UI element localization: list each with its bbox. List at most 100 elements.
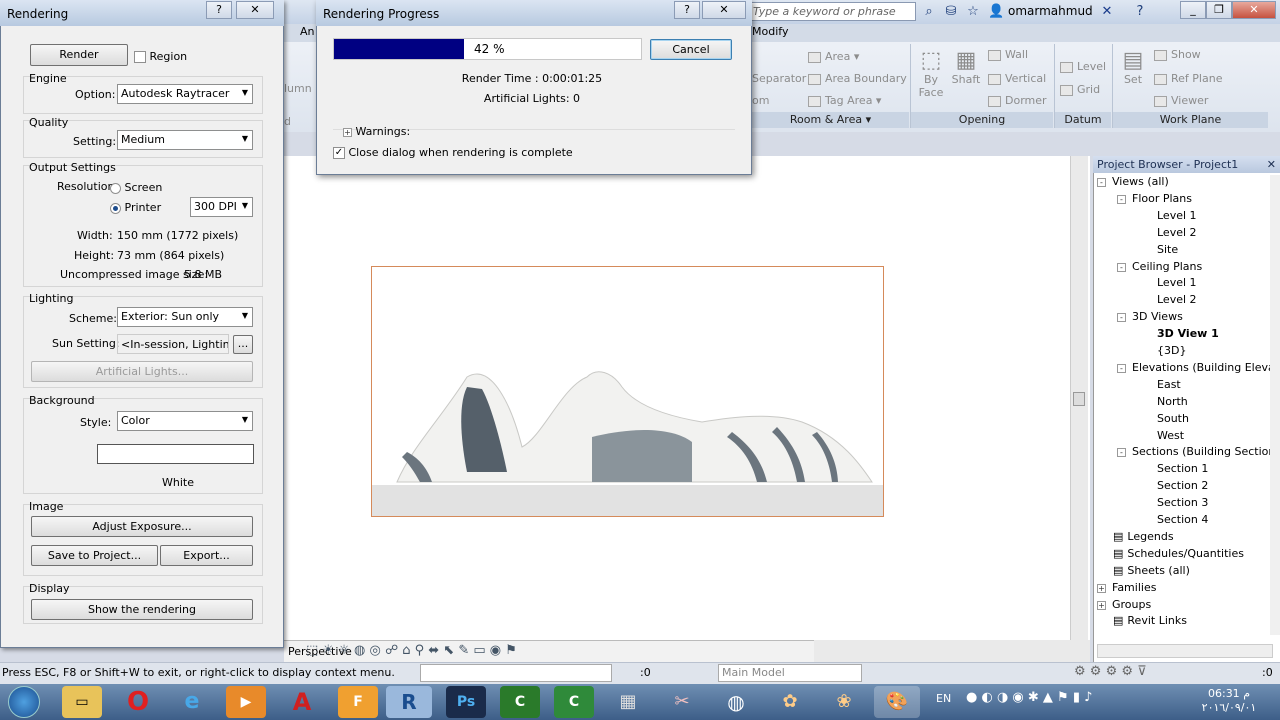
ref-plane-button[interactable]: Ref Plane <box>1154 72 1222 85</box>
exchange-icon[interactable]: ✕ <box>1098 3 1116 20</box>
quality-setting-select[interactable]: Medium <box>117 130 253 150</box>
scheme-select[interactable]: Exterior: Sun only <box>117 307 253 327</box>
paint-icon[interactable]: 🎨 <box>874 686 920 718</box>
browser-tree-item[interactable]: Level 1 <box>1137 276 1197 289</box>
ie-icon[interactable]: e <box>172 686 212 718</box>
dpi-select[interactable]: 300 DPI <box>190 197 253 217</box>
vertical-scrollbar[interactable] <box>1070 156 1088 640</box>
cancel-button[interactable]: Cancel <box>650 39 732 60</box>
browser-tree-item[interactable]: - Sections (Building Section) <box>1117 445 1273 458</box>
browser-tree-item[interactable]: West <box>1137 429 1184 442</box>
dialog-close-button[interactable]: ✕ <box>236 1 274 19</box>
revit-icon[interactable]: R <box>386 686 432 718</box>
expand-icon[interactable]: + <box>1097 583 1106 593</box>
workset-combo[interactable] <box>420 664 612 682</box>
browser-tree-item[interactable]: Level 1 <box>1137 209 1197 222</box>
rendered-view[interactable] <box>371 266 884 517</box>
browser-tree-item[interactable]: - Views (all) <box>1097 175 1169 188</box>
screen-radio-dot[interactable] <box>110 182 121 194</box>
collapse-icon[interactable]: - <box>1117 194 1126 204</box>
export-button[interactable]: Export... <box>160 545 253 566</box>
collapse-icon[interactable]: - <box>1117 448 1126 458</box>
room-item[interactable]: om <box>752 94 769 107</box>
vertical-button[interactable]: Vertical <box>988 72 1046 85</box>
view-control-icons[interactable]: ⬚ ☀ ☼ ◍ ◎ ☍ ⌂ ⚲ ⬌ ⬉ ✎ ▭ ◉ ⚑ <box>306 643 517 658</box>
screen-radio[interactable]: Screen <box>110 181 162 194</box>
camtasia-recorder-icon[interactable]: C <box>554 686 594 718</box>
search-input[interactable]: Type a keyword or phrase <box>748 2 916 21</box>
browser-tree-item[interactable]: Site <box>1137 243 1178 256</box>
app-icon-1[interactable]: ✿ <box>770 686 810 718</box>
collapse-icon[interactable]: - <box>1117 313 1126 323</box>
help-icon[interactable]: ? <box>1130 3 1150 20</box>
binoculars-icon[interactable]: ⌕ <box>920 3 938 20</box>
scroll-thumb[interactable] <box>1073 392 1085 406</box>
region-checkbox[interactable]: Region <box>134 50 187 63</box>
browser-tree-item[interactable]: + Groups <box>1097 598 1151 611</box>
collapse-icon[interactable]: - <box>1117 363 1126 373</box>
formit-icon[interactable]: F <box>338 686 378 718</box>
browser-tree-item[interactable]: -Elevations (Building Elevation) <box>1117 361 1273 374</box>
progress-help-button[interactable]: ? <box>674 1 700 19</box>
calculator-icon[interactable]: ▦ <box>608 686 648 718</box>
warnings-expander[interactable]: + Warnings: <box>343 125 410 138</box>
browser-tree-item[interactable]: Level 2 <box>1137 293 1197 306</box>
expand-icon[interactable]: + <box>1097 600 1106 610</box>
printer-radio[interactable]: Printer <box>110 201 161 214</box>
subscription-icon[interactable]: ⛁ <box>942 3 960 20</box>
background-style-select[interactable]: Color <box>117 411 253 431</box>
browser-tree-item[interactable]: {3D} <box>1137 344 1186 357</box>
browser-tree-item[interactable]: 3D View 1 <box>1137 327 1219 340</box>
browser-tree-item[interactable]: Section 2 <box>1137 479 1208 492</box>
opera-icon[interactable]: O <box>118 686 158 718</box>
browser-tree-item[interactable]: South <box>1137 412 1189 425</box>
separator-item[interactable]: Separator <box>752 72 806 85</box>
level-button[interactable]: Level <box>1060 60 1106 73</box>
media-player-icon[interactable]: ▶ <box>226 686 266 718</box>
tab-modify[interactable]: Modify <box>752 25 788 38</box>
browser-tree-item[interactable]: ▤ Schedules/Quantities <box>1097 547 1244 560</box>
favorites-icon[interactable]: ☆ <box>964 3 982 20</box>
collapse-icon[interactable]: - <box>1097 178 1106 187</box>
by-face-button[interactable]: ⬚ By Face <box>914 48 948 99</box>
explorer-icon[interactable]: ▭ <box>62 686 102 718</box>
browser-tree-item[interactable]: ▤ Revit Links <box>1097 614 1187 627</box>
browser-tree-item[interactable]: Level 2 <box>1137 226 1197 239</box>
language-indicator[interactable]: EN <box>936 692 951 705</box>
camtasia-icon[interactable]: C <box>500 686 540 718</box>
engine-option-select[interactable]: Autodesk Raytracer <box>117 84 253 104</box>
browser-tree-item[interactable]: East <box>1137 378 1181 391</box>
close-button[interactable]: ✕ <box>1232 1 1276 19</box>
tray-icons[interactable]: ● ◐ ◑ ◉ ✱ ▲ ⚑ ▮ ♪ <box>966 690 1092 705</box>
app-icon-2[interactable]: ❀ <box>824 686 864 718</box>
adjust-exposure-button[interactable]: Adjust Exposure... <box>31 516 253 537</box>
dialog-help-button[interactable]: ? <box>206 1 232 19</box>
user-name[interactable]: omarmahmud <box>1008 4 1093 18</box>
browser-tree-item[interactable]: - Ceiling Plans <box>1117 260 1202 273</box>
expand-icon[interactable]: + <box>343 127 352 137</box>
tab-annotate[interactable]: An <box>300 25 315 38</box>
chrome-icon[interactable]: ◍ <box>716 686 756 718</box>
browser-hscrollbar[interactable] <box>1097 644 1273 658</box>
selection-icons[interactable]: ⚙ ⚙ ⚙ ⚙ ⊽ <box>1074 664 1147 679</box>
design-option-combo[interactable]: Main Model <box>718 664 862 682</box>
snipping-icon[interactable]: ✂ <box>662 686 702 718</box>
browser-tree-item[interactable]: ▤ Sheets (all) <box>1097 564 1190 577</box>
autocad-icon[interactable]: A <box>282 686 322 718</box>
area-button[interactable]: Area ▾ <box>808 50 859 63</box>
minimize-button[interactable]: _ <box>1180 1 1206 19</box>
browser-tree-item[interactable]: ▤ Legends <box>1097 530 1174 543</box>
browser-tree-item[interactable]: Section 3 <box>1137 496 1208 509</box>
shaft-button[interactable]: ▦ Shaft <box>950 48 982 86</box>
close-when-complete-checkbox[interactable]: ✓ Close dialog when rendering is complet… <box>333 146 573 159</box>
set-button[interactable]: ▤ Set <box>1118 48 1148 86</box>
printer-radio-dot[interactable] <box>110 202 121 214</box>
background-color-swatch[interactable] <box>97 444 254 464</box>
viewer-button[interactable]: Viewer <box>1154 94 1208 107</box>
region-checkbox-box[interactable] <box>134 51 146 63</box>
restore-button[interactable]: ❐ <box>1206 1 1232 19</box>
artificial-lights-button[interactable]: Artificial Lights... <box>31 361 253 382</box>
photoshop-icon[interactable]: Ps <box>446 686 486 718</box>
dormer-button[interactable]: Dormer <box>988 94 1047 107</box>
collapse-icon[interactable]: - <box>1117 262 1126 272</box>
